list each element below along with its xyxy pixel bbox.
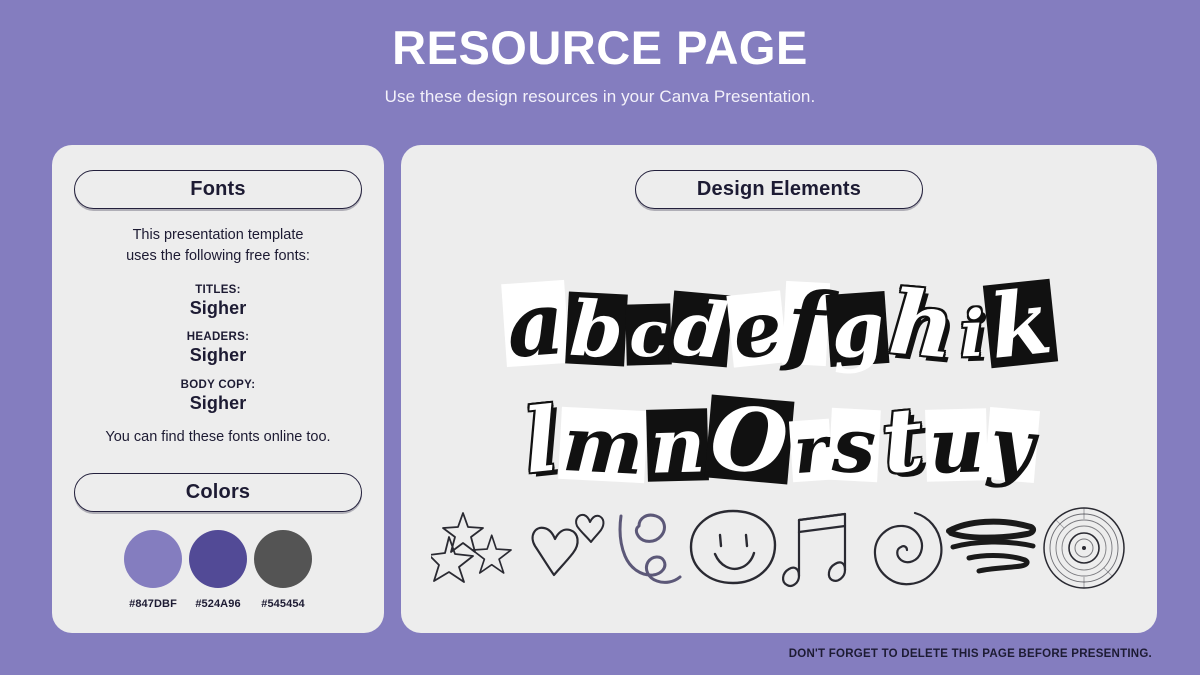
font-entry-body-copy: BODY COPY: Sigher — [52, 379, 384, 414]
color-swatch-item[interactable]: #545454 — [252, 530, 314, 610]
letter-glyph: u — [924, 400, 988, 491]
color-swatch-hex: #847DBF — [129, 598, 177, 610]
letter-glyph: O — [704, 385, 795, 495]
font-entry-headers: HEADERS: Sigher — [52, 331, 384, 366]
page-title: RESOURCE PAGE — [392, 21, 808, 74]
letter-glyph: m — [558, 399, 649, 492]
font-name-value: Sigher — [189, 298, 247, 318]
font-entry-titles: TITLES: Sigher — [52, 284, 384, 319]
letter-glyph: e — [726, 283, 788, 376]
letter-glyph: r — [788, 412, 833, 489]
design-elements-heading-label: Design Elements — [696, 178, 862, 200]
scribble-lines-icon[interactable] — [945, 513, 1041, 583]
font-name-value: Sigher — [189, 345, 247, 365]
colors-heading-pill[interactable]: Colors — [74, 473, 362, 512]
alphabet-row-two: l m n O r s t u y — [423, 373, 1135, 495]
color-swatch-hex: #524A96 — [195, 598, 241, 610]
letter-glyph: c — [624, 297, 672, 373]
font-role-label: BODY COPY: — [180, 379, 256, 391]
slide-canvas: RESOURCE PAGE Use these design resources… — [0, 0, 1200, 675]
font-role-label: HEADERS: — [186, 331, 250, 343]
color-swatch-item[interactable]: #524A96 — [187, 530, 249, 610]
letter-glyph: k — [983, 269, 1059, 379]
color-swatch-dot — [254, 530, 312, 588]
letter-glyph: h — [885, 269, 959, 379]
hearts-icon[interactable] — [525, 512, 609, 584]
design-elements-heading-pill[interactable]: Design Elements — [635, 170, 923, 209]
stars-icon[interactable] — [431, 508, 525, 588]
page-subtitle: Use these design resources in your Canva… — [384, 86, 816, 106]
color-swatch-row: #847DBF #524A96 #545454 — [52, 530, 384, 610]
vinyl-record-icon[interactable] — [1041, 505, 1127, 591]
music-note-icon[interactable] — [779, 506, 861, 590]
colors-heading-label: Colors — [185, 481, 251, 503]
letter-glyph: y — [983, 399, 1041, 492]
color-swatch-hex: #545454 — [261, 598, 305, 610]
letter-glyph: t — [876, 386, 929, 494]
letter-glyph: a — [500, 270, 570, 378]
doodle-row — [423, 493, 1135, 603]
spiral-icon[interactable] — [861, 506, 945, 590]
letter-glyph: i — [959, 296, 986, 373]
fonts-intro-text: This presentation template uses the foll… — [52, 225, 384, 266]
letter-glyph: n — [645, 400, 709, 491]
letter-glyph: f — [782, 271, 831, 377]
fonts-intro-line-2: uses the following free fonts: — [126, 247, 310, 264]
color-swatch-item[interactable]: #847DBF — [122, 530, 184, 610]
letter-glyph: g — [825, 283, 890, 376]
alphabet-row-one: a b c d e f g h i k — [423, 257, 1135, 379]
letter-glyph: d — [667, 283, 733, 376]
design-elements-card: Design Elements a b c d e f g h i k l m … — [401, 145, 1157, 633]
slide-header: RESOURCE PAGE Use these design resources… — [0, 22, 1200, 107]
fonts-heading-label: Fonts — [190, 178, 246, 200]
fonts-heading-pill[interactable]: Fonts — [74, 170, 362, 209]
letter-glyph: b — [564, 284, 628, 375]
fonts-intro-line-1: This presentation template — [132, 227, 304, 243]
fonts-and-colors-card: Fonts This presentation template uses th… — [52, 145, 384, 633]
font-name-value: Sigher — [189, 393, 247, 413]
font-role-label: TITLES: — [195, 284, 241, 296]
color-swatch-dot — [124, 530, 182, 588]
letter-glyph: l — [518, 386, 563, 494]
footer-reminder-note: DON'T FORGET TO DELETE THIS PAGE BEFORE … — [788, 648, 1152, 660]
smiley-face-icon[interactable] — [687, 507, 779, 589]
color-swatch-dot — [189, 530, 247, 588]
cursive-c-squiggle-icon[interactable] — [609, 504, 687, 592]
letter-glyph: s — [828, 400, 881, 491]
fonts-outro-text: You can find these fonts online too. — [105, 429, 331, 445]
